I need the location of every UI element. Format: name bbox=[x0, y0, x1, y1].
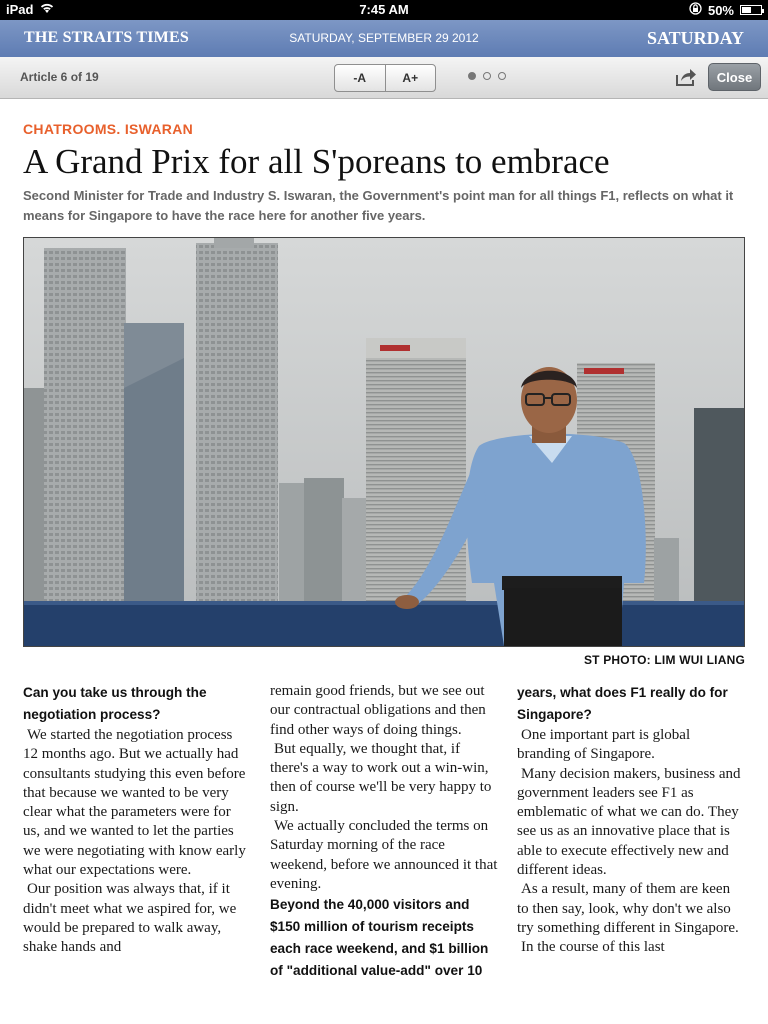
article-photo bbox=[23, 237, 745, 647]
answer-paragraph: We started the negotiation process 12 mo… bbox=[23, 727, 246, 879]
answer-paragraph: Our position was always that, if it didn… bbox=[23, 881, 237, 956]
orientation-lock-icon bbox=[689, 2, 702, 18]
article-column-1: Can you take us through the negotiation … bbox=[23, 682, 251, 958]
share-icon[interactable] bbox=[674, 66, 698, 88]
answer-paragraph: We actually concluded the terms on Satur… bbox=[270, 818, 498, 892]
page-dot[interactable] bbox=[468, 72, 476, 80]
skyline-portrait-image bbox=[24, 238, 744, 646]
article-column-3: years, what does F1 really do for Singap… bbox=[517, 682, 745, 958]
article-kicker: CHATROOMS. ISWARAN bbox=[23, 121, 194, 137]
masthead: THE STRAITS TIMES SATURDAY, SEPTEMBER 29… bbox=[0, 20, 768, 57]
close-button[interactable]: Close bbox=[708, 63, 761, 91]
article-counter: Article 6 of 19 bbox=[20, 70, 99, 84]
article-standfirst: Second Minister for Trade and Industry S… bbox=[23, 188, 734, 223]
page-dot[interactable] bbox=[498, 72, 506, 80]
interview-question: years, what does F1 really do for Singap… bbox=[517, 685, 728, 722]
answer-paragraph: remain good friends, but we see out our … bbox=[270, 683, 486, 738]
battery-percent: 50% bbox=[707, 2, 734, 18]
interview-question: Beyond the 40,000 visitors and $150 mill… bbox=[270, 897, 489, 979]
page-dot[interactable] bbox=[483, 72, 491, 80]
battery-icon bbox=[740, 5, 764, 15]
edition-day: SATURDAY bbox=[646, 28, 744, 48]
font-size-control: -A A+ bbox=[334, 64, 436, 92]
photo-credit: ST PHOTO: LIM WUI LIANG bbox=[583, 653, 745, 667]
answer-paragraph: In the course of this last bbox=[521, 939, 665, 956]
status-bar: iPad 7:45 AM 50% bbox=[0, 0, 768, 20]
reader-toolbar: Article 6 of 19 -A A+ Close bbox=[0, 57, 768, 99]
answer-paragraph: As a result, many of them are keen to th… bbox=[517, 881, 739, 936]
interview-question: Can you take us through the negotiation … bbox=[23, 685, 207, 722]
answer-paragraph: Many decision makers, business and gover… bbox=[517, 765, 741, 879]
article-column-2: remain good friends, but we see out our … bbox=[270, 682, 498, 982]
battery-level-fill bbox=[742, 7, 751, 13]
article-headline: A Grand Prix for all S'poreans to embrac… bbox=[23, 142, 610, 181]
page-indicator[interactable] bbox=[468, 72, 506, 80]
decrease-font-button[interactable]: -A bbox=[335, 65, 385, 91]
answer-paragraph: But equally, we thought that, if there's… bbox=[270, 740, 492, 815]
status-time: 7:45 AM bbox=[359, 2, 409, 17]
answer-paragraph: One important part is global branding of… bbox=[517, 727, 691, 763]
increase-font-button[interactable]: A+ bbox=[384, 65, 436, 91]
